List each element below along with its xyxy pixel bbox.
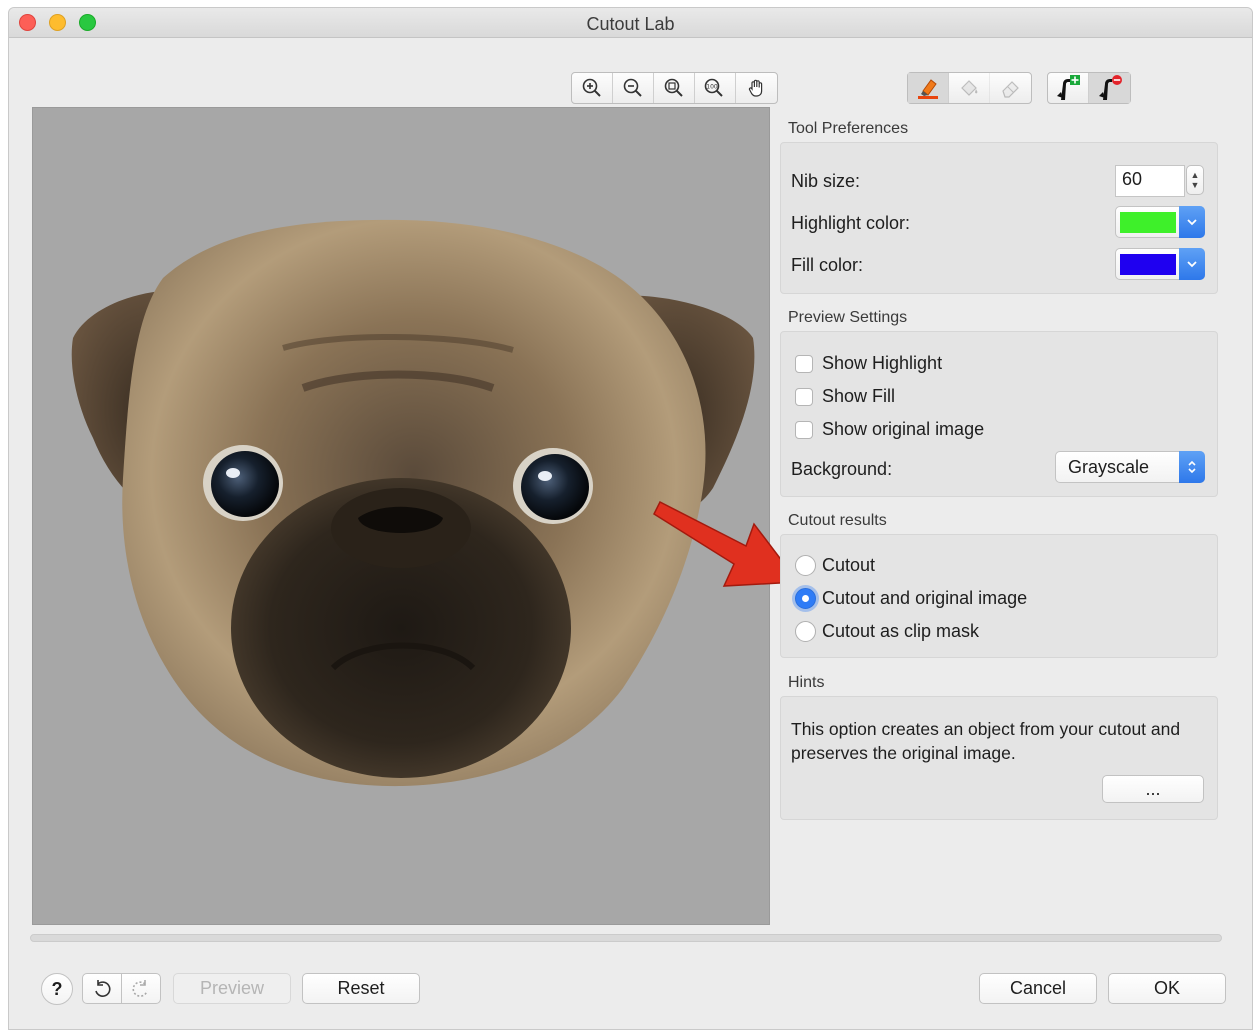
help-button[interactable]: ? <box>41 973 73 1005</box>
background-label: Background: <box>791 459 893 479</box>
remove-detail-button[interactable] <box>1089 73 1130 103</box>
highlight-color-picker[interactable] <box>1115 206 1205 238</box>
radio-dot <box>795 621 816 642</box>
undo-button[interactable] <box>82 973 122 1004</box>
background-select[interactable]: Grayscale <box>1055 451 1205 483</box>
svg-text:100: 100 <box>706 84 718 91</box>
show-fill-checkbox[interactable]: Show Fill <box>795 386 895 407</box>
background-select-value: Grayscale <box>1068 457 1150 477</box>
highlight-color-label: Highlight color: <box>791 213 911 233</box>
cutout-results-panel: Cutout Cutout and original image Cutout … <box>780 534 1218 658</box>
zoom-100-button[interactable]: 100 <box>695 73 736 103</box>
hints-more-button[interactable]: ... <box>1102 775 1204 803</box>
fill-tool-button[interactable] <box>949 73 990 103</box>
highlighter-tool-button[interactable] <box>908 73 949 103</box>
stepper-down-icon: ▼ <box>1190 180 1200 190</box>
mode-toolbar <box>1047 72 1131 104</box>
fill-color-label: Fill color: <box>791 255 864 275</box>
tool-toolbar <box>907 72 1032 104</box>
hint-text: This option creates an object from your … <box>791 719 1181 763</box>
view-toolbar: 100 <box>571 72 778 104</box>
show-original-label: Show original image <box>822 419 985 439</box>
add-detail-button[interactable] <box>1048 73 1089 103</box>
ok-button[interactable]: OK <box>1108 973 1226 1004</box>
fill-color-swatch <box>1120 254 1176 275</box>
checkbox-box <box>795 420 813 439</box>
show-highlight-label: Show Highlight <box>822 353 943 373</box>
fill-bucket-icon <box>961 80 978 96</box>
zoom-fit-button[interactable] <box>654 73 695 103</box>
preview-settings-heading: Preview Settings <box>788 309 908 326</box>
zoom-out-icon <box>623 78 642 97</box>
cutout-results-heading: Cutout results <box>788 512 887 529</box>
fill-color-picker[interactable] <box>1115 248 1205 280</box>
chevron-down-icon <box>1187 261 1197 268</box>
cutout-radio-label: Cutout <box>822 555 876 575</box>
highlight-color-swatch <box>1120 212 1176 233</box>
hand-pan-icon <box>748 79 762 97</box>
cancel-button[interactable]: Cancel <box>979 973 1097 1004</box>
preview-button[interactable]: Preview <box>173 973 291 1004</box>
chevron-down-icon <box>1187 219 1197 226</box>
zoom-fit-icon <box>664 78 683 97</box>
checkbox-box <box>795 354 813 373</box>
checkbox-box <box>795 387 813 406</box>
zoom-out-button[interactable] <box>613 73 654 103</box>
title-bar: Cutout Lab <box>9 8 1252 38</box>
cutout-clip-mask-radio[interactable]: Cutout as clip mask <box>795 621 979 642</box>
redo-icon <box>132 979 148 997</box>
cutout-and-original-radio[interactable]: Cutout and original image <box>795 588 1027 609</box>
remove-detail-icon <box>1098 75 1122 100</box>
hand-pan-button[interactable] <box>736 73 777 103</box>
undo-icon <box>95 979 111 997</box>
hints-heading: Hints <box>788 674 825 691</box>
show-fill-label: Show Fill <box>822 386 896 406</box>
eraser-icon <box>1001 81 1019 98</box>
progress-bar <box>30 934 1222 942</box>
zoom-in-button[interactable] <box>572 73 613 103</box>
nib-size-field[interactable]: 60 <box>1115 165 1185 197</box>
redo-button[interactable] <box>121 973 161 1004</box>
nib-size-stepper[interactable]: ▲ ▼ <box>1186 165 1204 195</box>
hints-panel: This option creates an object from your … <box>780 696 1218 820</box>
select-updown-icon <box>1179 451 1205 483</box>
cutout-radio[interactable]: Cutout <box>795 555 875 576</box>
show-highlight-checkbox[interactable]: Show Highlight <box>795 353 942 374</box>
preview-settings-panel: Show Highlight Show Fill Show original i… <box>780 331 1218 497</box>
highlighter-icon <box>918 79 938 99</box>
nib-size-label: Nib size: <box>791 171 861 191</box>
radio-dot <box>795 555 816 576</box>
cutout-clip-mask-label: Cutout as clip mask <box>822 621 980 641</box>
tool-preferences-heading: Tool Preferences <box>788 120 909 137</box>
stepper-up-icon: ▲ <box>1190 170 1200 180</box>
zoom-100-icon: 100 <box>704 78 723 97</box>
fill-color-dropdown[interactable] <box>1179 248 1205 280</box>
window-title: Cutout Lab <box>586 14 675 34</box>
cutout-and-original-label: Cutout and original image <box>822 588 1028 608</box>
show-original-checkbox[interactable]: Show original image <box>795 419 984 440</box>
highlight-color-dropdown[interactable] <box>1179 206 1205 238</box>
reset-button[interactable]: Reset <box>302 973 420 1004</box>
tool-preferences-panel: Nib size: 60 ▲ ▼ Highlight color: Fill co… <box>780 142 1218 294</box>
radio-dot-selected <box>795 588 816 609</box>
zoom-in-icon <box>582 78 601 97</box>
add-detail-icon <box>1057 75 1080 100</box>
eraser-tool-button[interactable] <box>990 73 1031 103</box>
